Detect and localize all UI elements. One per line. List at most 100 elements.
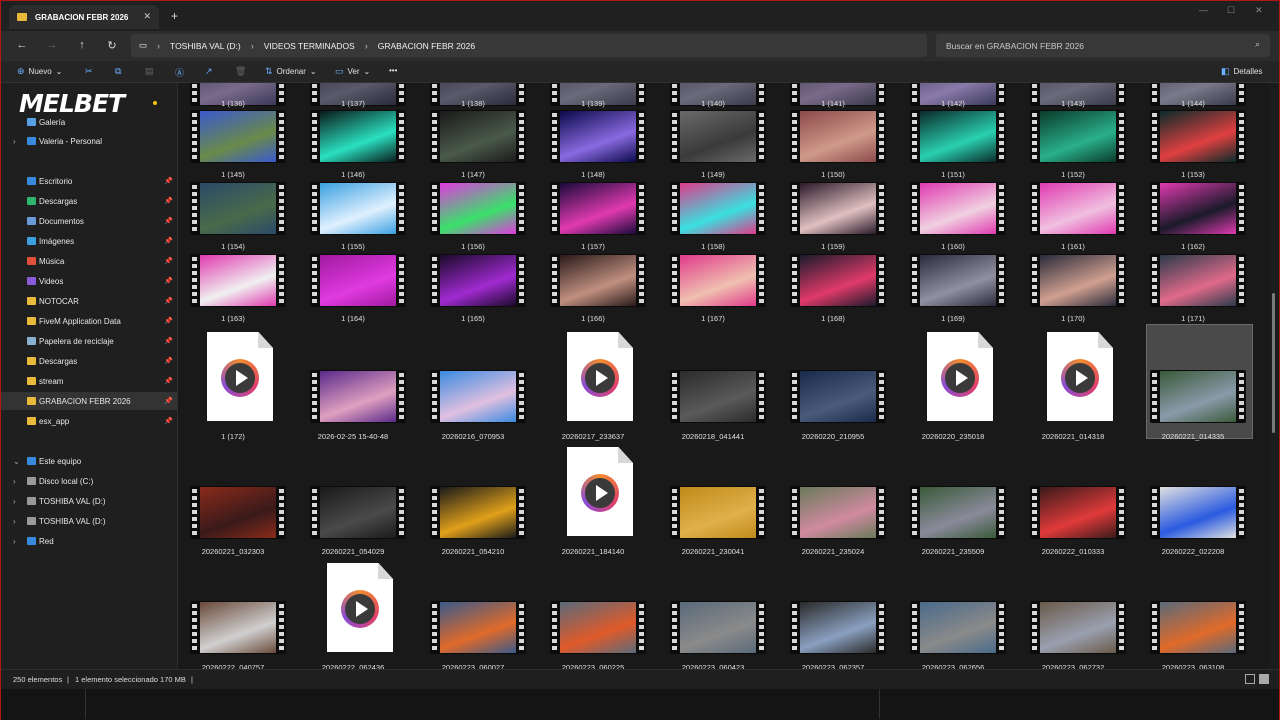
sidebar-item-16[interactable]: › Disco local (C:) [1,472,177,490]
video-thumbnail [1030,254,1126,307]
maximize-button[interactable]: ☐ [1227,5,1235,16]
pc-icon: ▭ [139,40,148,50]
chevron-icon[interactable]: › [13,497,16,506]
file-name: 1 (143) [1061,99,1085,108]
sidebar-item-1[interactable]: › Valeria - Personal [1,132,177,150]
folder-icon [27,237,36,245]
chevron-icon[interactable]: › [13,477,16,486]
breadcrumb-current[interactable]: GRABACION FEBR 2026 [378,41,475,51]
view-button[interactable]: ▭ Ver ⌄ [335,66,370,77]
details-button[interactable]: ◧ Detalles [1221,66,1262,77]
sidebar-item-12[interactable]: stream 📌 [1,372,177,390]
sidebar-item-15[interactable]: ⌄ Este equipo [1,452,177,470]
file-name: 1 (167) [701,314,725,323]
video-thumbnail [1150,182,1246,235]
scrollbar-thumb[interactable] [1272,293,1275,433]
back-button[interactable]: ← [15,39,29,51]
cut-button[interactable]: ✂ [85,66,93,77]
breadcrumb-drive[interactable]: TOSHIBA VAL (D:) [170,41,241,51]
copy-button[interactable]: ⧉ [115,66,121,77]
chevron-icon[interactable]: › [13,517,16,526]
file-name: 1 (137) [341,99,365,108]
file-name: 1 (169) [941,314,965,323]
video-thumbnail [1030,182,1126,235]
thumbnail-image [320,183,396,234]
video-thumbnail [1030,601,1126,654]
sidebar-item-10[interactable]: Papelera de reciclaje 📌 [1,332,177,350]
chevron-right-icon[interactable]: › [251,41,254,51]
video-file-icon [207,332,273,421]
thumbnail-image [440,183,516,234]
sidebar-item-19[interactable]: › Red [1,532,177,550]
pin-icon: 📌 [164,278,173,285]
sort-button[interactable]: ⇅ Ordenar ⌄ [265,66,317,77]
new-button[interactable]: ⊕ Nuevo ⌄ [17,66,62,77]
thumbnail-image [1040,255,1116,306]
search-box[interactable]: Buscar en GRABACION FEBR 2026 ⌕ [936,34,1270,57]
chevron-right-icon[interactable]: › [365,41,368,51]
sidebar-item-label: stream [39,376,64,386]
folder-icon [27,477,36,485]
up-button[interactable]: ↑ [75,39,89,51]
sidebar-item-label: Documentos [39,216,84,226]
share-icon: ↗ [205,66,213,76]
thumbnail-image [320,487,396,538]
file-name: 1 (155) [341,242,365,251]
sidebar-item-13[interactable]: GRABACION FEBR 2026 📌 [1,392,177,410]
thumbnail-image [320,371,396,422]
vertical-scrollbar[interactable] [1269,83,1279,669]
file-explorer-window: GRABACION FEBR 2026 ✕ + — ☐ ✕ ← → ↑ ↻ ▭ … [0,0,1280,720]
share-button[interactable]: ↗ [205,66,213,77]
video-thumbnail [310,486,406,539]
sidebar-item-4[interactable]: Documentos 📌 [1,212,177,230]
sidebar-item-8[interactable]: NOTOCAR 📌 [1,292,177,310]
minimize-button[interactable]: — [1199,5,1208,15]
sidebar-item-17[interactable]: › TOSHIBA VAL (D:) [1,492,177,510]
sidebar-item-5[interactable]: Imágenes 📌 [1,232,177,250]
file-name: 1 (140) [701,99,725,108]
video-file-icon [567,447,633,536]
paste-button[interactable]: ▤ [145,66,154,77]
sidebar-item-3[interactable]: Descargas 📌 [1,192,177,210]
new-tab-button[interactable]: + [171,9,178,23]
sidebar-item-2[interactable]: Escritorio 📌 [1,172,177,190]
pin-icon: 📌 [164,358,173,365]
sidebar-item-label: Escritorio [39,176,73,186]
rename-button[interactable]: Ⓐ [175,66,184,79]
sidebar-item-9[interactable]: FiveM Application Data 📌 [1,312,177,330]
film-perforation [312,489,317,536]
tab-grabacion[interactable]: GRABACION FEBR 2026 ✕ [9,5,159,29]
file-name: 1 (156) [461,242,485,251]
film-perforation [1032,113,1037,160]
breadcrumb-videos[interactable]: VIDEOS TERMINADOS [264,41,355,51]
rename-icon: Ⓐ [175,68,185,78]
film-perforation [1152,113,1157,160]
sidebar-item-6[interactable]: Música 📌 [1,252,177,270]
refresh-button[interactable]: ↻ [105,39,119,52]
navigation-pane: Galería › Valeria - Personal Escritorio 📌 Des… [1,83,177,669]
film-perforation [912,257,917,304]
sidebar-item-14[interactable]: esx_app 📌 [1,412,177,430]
chevron-icon[interactable]: › [13,537,16,546]
tab-close-icon[interactable]: ✕ [143,11,151,22]
address-bar[interactable]: ▭ › TOSHIBA VAL (D:) › VIDEOS TERMINADOS… [131,34,927,57]
sidebar-item-11[interactable]: Descargas 📌 [1,352,177,370]
details-view-icon[interactable] [1245,674,1255,684]
video-thumbnail [310,110,406,163]
chevron-icon[interactable]: ⌄ [13,457,20,466]
delete-button[interactable]: 🗑 [235,66,246,77]
thumbnail-view-icon[interactable] [1259,674,1269,684]
selection-info: 1 elemento seleccionado 170 MB [75,675,186,684]
close-window-button[interactable]: ✕ [1255,5,1263,16]
file-name: 20260221_014335 [1161,432,1225,441]
more-options-button[interactable]: ••• [389,66,397,75]
chevron-icon[interactable]: › [13,137,16,146]
forward-button[interactable]: → [45,39,59,51]
paste-icon: ▤ [145,66,154,76]
sidebar-item-18[interactable]: › TOSHIBA VAL (D:) [1,512,177,530]
sidebar-item-7[interactable]: Videos 📌 [1,272,177,290]
film-perforation [879,185,884,232]
film-perforation [879,373,884,420]
film-perforation [519,257,524,304]
chevron-right-icon[interactable]: › [157,41,160,51]
